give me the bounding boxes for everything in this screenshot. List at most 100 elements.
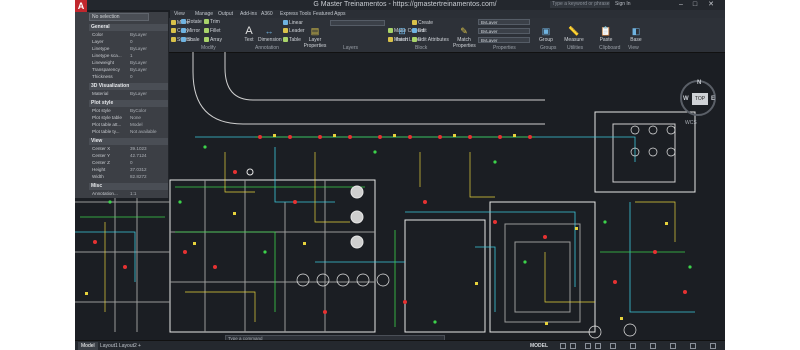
property-name: Center Z: [92, 160, 110, 165]
text-label: Text: [244, 37, 254, 43]
match-properties-button[interactable]: ✎ Match Properties: [453, 26, 476, 49]
fillet-button[interactable]: Fillet: [204, 28, 221, 35]
fillet-label: Fillet: [210, 28, 221, 34]
drawing-canvas[interactable]: [75, 52, 725, 340]
fullscreen-icon[interactable]: [690, 343, 696, 349]
panel-title-annotation: Annotation: [255, 45, 279, 51]
ortho-icon[interactable]: [585, 343, 591, 349]
measure-icon: 📏: [568, 26, 580, 36]
tab-a360[interactable]: A360: [261, 10, 273, 18]
minimize-icon[interactable]: –: [675, 0, 687, 10]
property-name: Annotation...: [92, 191, 118, 196]
osnap-icon[interactable]: [610, 343, 616, 349]
layer-properties-button[interactable]: ▤ Layer Properties: [303, 26, 327, 49]
property-value: 0: [130, 74, 133, 79]
snap-icon[interactable]: [570, 343, 576, 349]
tab-manage[interactable]: Manage: [195, 10, 213, 18]
property-row[interactable]: Color ByLayer: [89, 32, 168, 38]
property-row[interactable]: Plot style ByColor: [89, 108, 168, 114]
property-row[interactable]: Transparency ByLayer: [89, 67, 168, 73]
tab-express-tools[interactable]: Express Tools: [280, 10, 311, 18]
leader-button[interactable]: Leader: [283, 28, 305, 35]
insert-button[interactable]: ⊞ Insert: [393, 26, 411, 43]
mirror-button[interactable]: Mirror: [181, 28, 200, 35]
selection-dropdown[interactable]: No selection: [89, 13, 149, 21]
property-row[interactable]: Linetype sca... 1: [89, 53, 168, 59]
annotation-scale-icon[interactable]: [630, 343, 636, 349]
property-row[interactable]: Annotation... 1:1: [89, 191, 168, 197]
create-block-label: Create: [418, 20, 434, 26]
wcs-menu[interactable]: WCS: [685, 120, 697, 126]
close-icon[interactable]: ✕: [705, 0, 717, 10]
property-row[interactable]: Plot table ty... Not available: [89, 129, 168, 135]
section-general[interactable]: General: [89, 24, 168, 31]
leader-icon: [283, 28, 288, 33]
sign-in-button[interactable]: Sign In: [615, 1, 631, 8]
table-button[interactable]: Table: [283, 37, 301, 44]
property-value: ByLayer: [130, 46, 147, 51]
property-row[interactable]: Center Z 0: [89, 160, 168, 166]
property-row[interactable]: Height 37.0312: [89, 167, 168, 173]
section-3d-visualization[interactable]: 3D Visualization: [89, 83, 168, 90]
property-row[interactable]: Thickness 0: [89, 74, 168, 80]
text-button[interactable]: A Text: [240, 26, 258, 44]
property-row[interactable]: Plot table att... Model: [89, 122, 168, 128]
scale-icon: [181, 37, 186, 42]
application-menu-button[interactable]: A: [75, 0, 87, 12]
tab-model[interactable]: Model: [78, 342, 98, 350]
linetype-combo[interactable]: ByLayer: [478, 28, 530, 34]
panel-title-modify: Modify: [201, 45, 216, 51]
property-row[interactable]: Center Y 42.7124: [89, 153, 168, 159]
trim-button[interactable]: Trim: [204, 19, 220, 26]
workspace-gear-icon[interactable]: [650, 343, 656, 349]
tab-output[interactable]: Output: [218, 10, 233, 18]
maximize-icon[interactable]: □: [689, 0, 701, 10]
customize-menu-icon[interactable]: [710, 343, 716, 349]
property-row[interactable]: Layer 0: [89, 39, 168, 45]
property-row[interactable]: Plot style table None: [89, 115, 168, 121]
property-row[interactable]: Width 82.8272: [89, 174, 168, 180]
create-block-button[interactable]: Create: [412, 20, 433, 27]
property-row[interactable]: Linetype ByLayer: [89, 46, 168, 52]
rotate-button[interactable]: Rotate: [181, 19, 202, 26]
insert-icon: ⊞: [398, 26, 406, 36]
section-misc[interactable]: Misc: [89, 183, 168, 190]
edit-block-button[interactable]: Edit: [412, 28, 427, 35]
base-view-button[interactable]: ◧ Base: [627, 26, 645, 43]
edit-attributes-button[interactable]: Edit Attributes: [412, 37, 449, 44]
viewcube-top-face[interactable]: TOP: [692, 93, 708, 105]
section-plot-style[interactable]: Plot style: [89, 100, 168, 107]
polar-icon[interactable]: [595, 343, 601, 349]
color-combo[interactable]: ByLayer: [478, 19, 530, 25]
rotate-label: Rotate: [187, 19, 202, 25]
tab-view[interactable]: View: [174, 10, 185, 18]
property-value: ByColor: [130, 108, 147, 113]
search-input[interactable]: Type a keyword or phrase: [550, 1, 610, 8]
paste-button[interactable]: 📋 Paste: [597, 26, 615, 43]
property-row[interactable]: Lineweight ByLayer: [89, 60, 168, 66]
add-layout-button[interactable]: +: [135, 342, 144, 350]
grid-icon[interactable]: [560, 343, 566, 349]
dimension-button[interactable]: ↔ Dimension: [258, 26, 282, 43]
viewcube[interactable]: TOP N W E: [680, 80, 716, 116]
section-view[interactable]: View: [89, 138, 168, 145]
tab-add-ins[interactable]: Add-ins: [240, 10, 257, 18]
linear-button[interactable]: Linear: [283, 20, 303, 27]
property-row[interactable]: Material ByLayer: [89, 91, 168, 97]
layer-properties-icon: ▤: [310, 26, 320, 36]
property-value: ByLayer: [130, 91, 147, 96]
group-button[interactable]: ▣ Group: [537, 26, 555, 43]
tab-featured-apps[interactable]: Featured Apps: [313, 10, 346, 18]
property-row[interactable]: Center X 39.1023: [89, 146, 168, 152]
property-name: Plot table att...: [92, 122, 122, 127]
isolate-objects-icon[interactable]: [670, 343, 676, 349]
copy-icon: [171, 28, 176, 33]
scale-button[interactable]: Scale: [181, 37, 200, 44]
compass-east: E: [711, 96, 716, 102]
table-label: Table: [289, 37, 301, 43]
lineweight-combo[interactable]: ByLayer: [478, 37, 530, 43]
array-button[interactable]: Array: [204, 37, 222, 44]
model-space-toggle[interactable]: MODEL: [530, 342, 548, 350]
measure-button[interactable]: 📏 Measure: [563, 26, 585, 43]
layer-dropdown[interactable]: [330, 20, 385, 26]
